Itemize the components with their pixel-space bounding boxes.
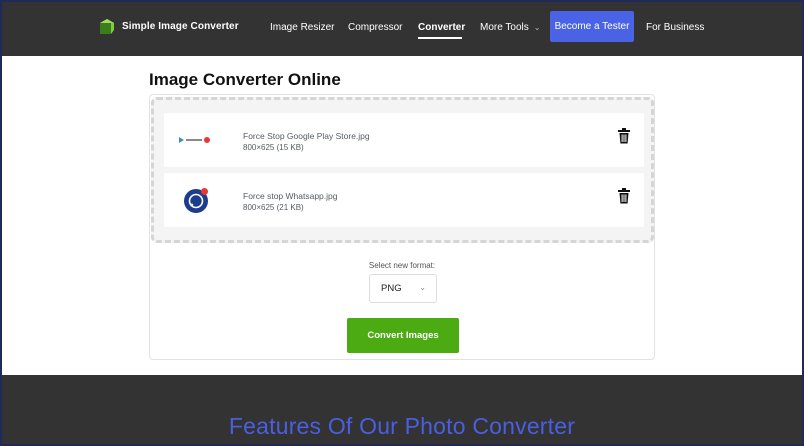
format-select[interactable]: PNG ⌄ <box>369 274 437 303</box>
brand-logo[interactable]: Simple Image Converter <box>98 17 239 35</box>
whatsapp-thumbnail-icon <box>184 188 208 213</box>
file-meta: 800×625 (15 KB) <box>243 143 304 152</box>
format-label: Select new format: <box>368 261 436 270</box>
page-title: Image Converter Online <box>149 70 341 89</box>
features-section: Features Of Our Photo Converter <box>2 375 802 444</box>
file-item: Force stop Whatsapp.jpg 800×625 (21 KB) <box>164 173 644 227</box>
chevron-down-icon: ⌄ <box>419 283 426 292</box>
nav-for-business[interactable]: For Business <box>646 22 704 33</box>
brand-logo-icon <box>100 19 114 34</box>
converter-card: Force Stop Google Play Store.jpg 800×625… <box>149 94 655 360</box>
format-select-value: PNG <box>381 283 402 294</box>
browser-viewport: Simple Image Converter Image Resizer Com… <box>2 2 802 444</box>
google-play-thumbnail-icon <box>179 137 210 143</box>
nav-more-tools[interactable]: More Tools ⌄ <box>480 22 540 33</box>
nav-image-resizer[interactable]: Image Resizer <box>270 22 334 33</box>
nav-converter[interactable]: Converter <box>418 22 465 33</box>
become-tester-button[interactable]: Become a Tester <box>550 11 634 42</box>
nav-more-tools-label: More Tools <box>480 22 529 33</box>
site-header: Simple Image Converter Image Resizer Com… <box>2 2 802 56</box>
nav-active-indicator <box>418 37 462 39</box>
nav-compressor[interactable]: Compressor <box>348 22 402 33</box>
file-thumbnail <box>176 120 218 160</box>
features-title: Features Of Our Photo Converter <box>228 413 576 439</box>
file-thumbnail <box>176 180 218 220</box>
file-name: Force Stop Google Play Store.jpg <box>243 131 370 141</box>
file-meta: 800×625 (21 KB) <box>243 203 304 212</box>
chevron-down-icon: ⌄ <box>533 23 541 32</box>
file-name: Force stop Whatsapp.jpg <box>243 191 338 201</box>
convert-images-button[interactable]: Convert Images <box>347 318 459 353</box>
file-item: Force Stop Google Play Store.jpg 800×625… <box>164 113 644 167</box>
brand-name: Simple Image Converter <box>122 20 239 32</box>
file-dropzone[interactable]: Force Stop Google Play Store.jpg 800×625… <box>151 97 654 243</box>
trash-icon[interactable] <box>617 128 631 144</box>
trash-icon[interactable] <box>617 188 631 204</box>
